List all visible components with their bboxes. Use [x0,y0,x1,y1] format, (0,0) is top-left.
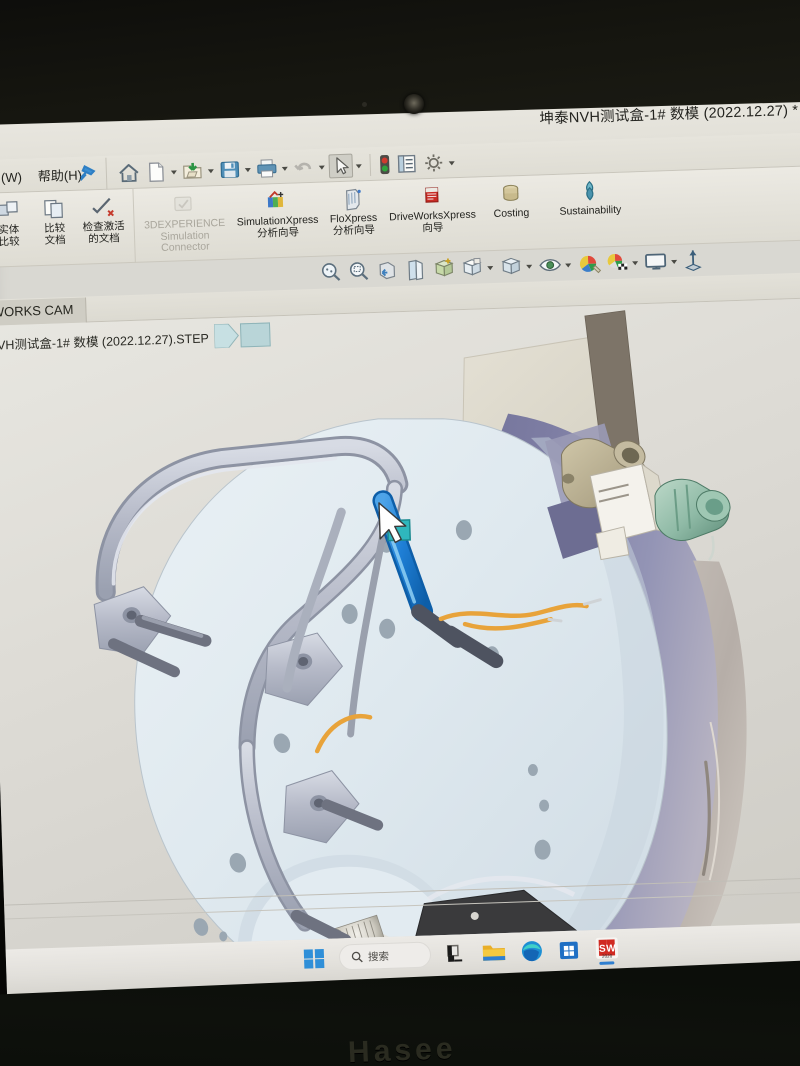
floxpress-button[interactable]: FloXpress 分析向导 [323,183,383,238]
compare-group: 实体 比较 比较 文档 检查激活 的文档 [0,188,136,268]
compare-documents-icon [42,195,67,222]
select-chevron-down-icon[interactable] [355,153,363,177]
microsoft-store-icon[interactable] [557,937,582,962]
new-document-chevron-down-icon[interactable] [170,159,178,183]
costing-label: Costing [493,206,530,220]
check-active-doc-icon [90,193,117,220]
menu-item-list: 口(W) 帮助(H) [0,165,82,187]
webcam-indicator-icon [362,102,367,107]
previous-view-icon[interactable] [375,258,400,283]
task-view-icon[interactable] [444,941,469,966]
save-chevron-down-icon[interactable] [244,157,252,181]
open-folder-chevron-down-icon[interactable] [207,158,215,182]
driveworksxpress-label: DriveWorksXpress 向导 [388,208,477,234]
view-settings-chevron-down-icon[interactable] [565,252,573,276]
edit-appearance-icon[interactable] [576,251,602,276]
compare-bodies-icon [0,197,20,224]
view-orientation-icon[interactable] [431,256,456,281]
simulationxpress-button[interactable]: SimulationXpress 分析向导 [233,185,321,241]
apply-scene-icon[interactable] [604,251,629,276]
folder-icon[interactable] [481,940,508,965]
toolbar-divider [369,154,372,177]
search-input[interactable]: 搜索 [338,941,432,971]
display-style-chevron-down-icon[interactable] [487,255,495,279]
undo-arrow-icon[interactable] [291,155,316,180]
compare-documents-button[interactable]: 比较 文档 [31,193,79,247]
configuration-thumbnail[interactable] [240,322,272,348]
floxpress-icon [339,185,366,212]
sustainability-label: Sustainability [559,203,622,218]
costing-icon [497,180,524,207]
check-active-document-button[interactable]: 检查激活 的文档 [77,191,131,246]
viewport-chevron-down-icon[interactable] [671,249,679,273]
apply-scene-chevron-down-icon[interactable] [632,250,640,274]
3dexperience-icon [171,191,198,218]
zoom-area-icon[interactable] [347,259,372,284]
search-placeholder: 搜索 [367,950,390,964]
search-icon [351,951,363,963]
sustainability-button[interactable]: Sustainability [543,174,636,219]
floxpress-label: FloXpress 分析向导 [329,211,378,237]
simulationxpress-icon [263,188,290,215]
menu-item-window[interactable]: 口(W) [0,167,22,187]
costing-button[interactable]: Costing [481,177,540,220]
laptop-screen-photo: 坤泰NVH测试盒-1# 数模 (2022.12.27) * 口(W) 帮助(H) [0,0,800,1066]
new-document-icon[interactable] [144,160,169,185]
open-folder-icon[interactable] [180,159,205,184]
compare-bodies-label: 实体 比较 [0,223,20,248]
driveworksxpress-button[interactable]: DriveWorksXpress 向导 [385,179,479,235]
edge-browser-icon[interactable] [520,939,545,964]
compare-documents-label: 比较 文档 [44,222,66,247]
up-arrow-axis-icon[interactable] [682,248,707,273]
gear-icon[interactable] [421,151,446,176]
hide-show-chevron-down-icon[interactable] [526,254,534,278]
cursor-arrow-icon[interactable] [328,153,354,179]
breadcrumb-chevron-icon [214,323,241,349]
compare-bodies-button[interactable]: 实体 比较 [0,194,32,248]
list-panel-icon[interactable] [394,151,419,176]
simulationxpress-label: SimulationXpress 分析向导 [236,213,319,240]
printer-icon[interactable] [254,156,279,181]
traffic-light-icon[interactable] [377,152,392,176]
viewport-monitor-icon[interactable] [643,249,668,274]
eye-view-settings-icon[interactable] [537,253,562,278]
graphics-viewport[interactable] [0,297,800,950]
print-chevron-down-icon[interactable] [281,156,289,180]
cad-model-render [93,310,747,950]
3dexperience-label: 3DEXPERIENCE Simulation Connector [143,216,226,254]
hide-show-icon[interactable] [498,254,523,279]
zoom-fit-icon[interactable] [319,260,344,285]
3dexperience-simulation-connector-button[interactable]: 3DEXPERIENCE Simulation Connector [137,188,231,256]
sustainability-icon [576,177,603,204]
windows-logo-icon[interactable] [302,946,327,971]
section-view-icon[interactable] [403,257,428,282]
screen-surface: 坤泰NVH测试盒-1# 数模 (2022.12.27) * 口(W) 帮助(H) [0,89,800,1002]
check-active-document-label: 检查激活 的文档 [82,220,125,245]
pin-icon[interactable] [76,162,99,185]
display-style-icon[interactable] [459,255,484,280]
options-chevron-down-icon[interactable] [448,150,456,174]
driveworksxpress-icon [418,183,445,210]
taskbar-items: 搜索 S W 2020 [302,935,621,972]
floppy-save-icon[interactable] [217,157,242,182]
running-indicator [599,961,615,965]
solidworks-icon[interactable]: S W 2020 [593,936,620,965]
undo-chevron-down-icon[interactable] [318,155,326,179]
webcam-icon [404,94,424,114]
svg-text:2020: 2020 [602,953,613,958]
home-icon[interactable] [117,161,142,186]
